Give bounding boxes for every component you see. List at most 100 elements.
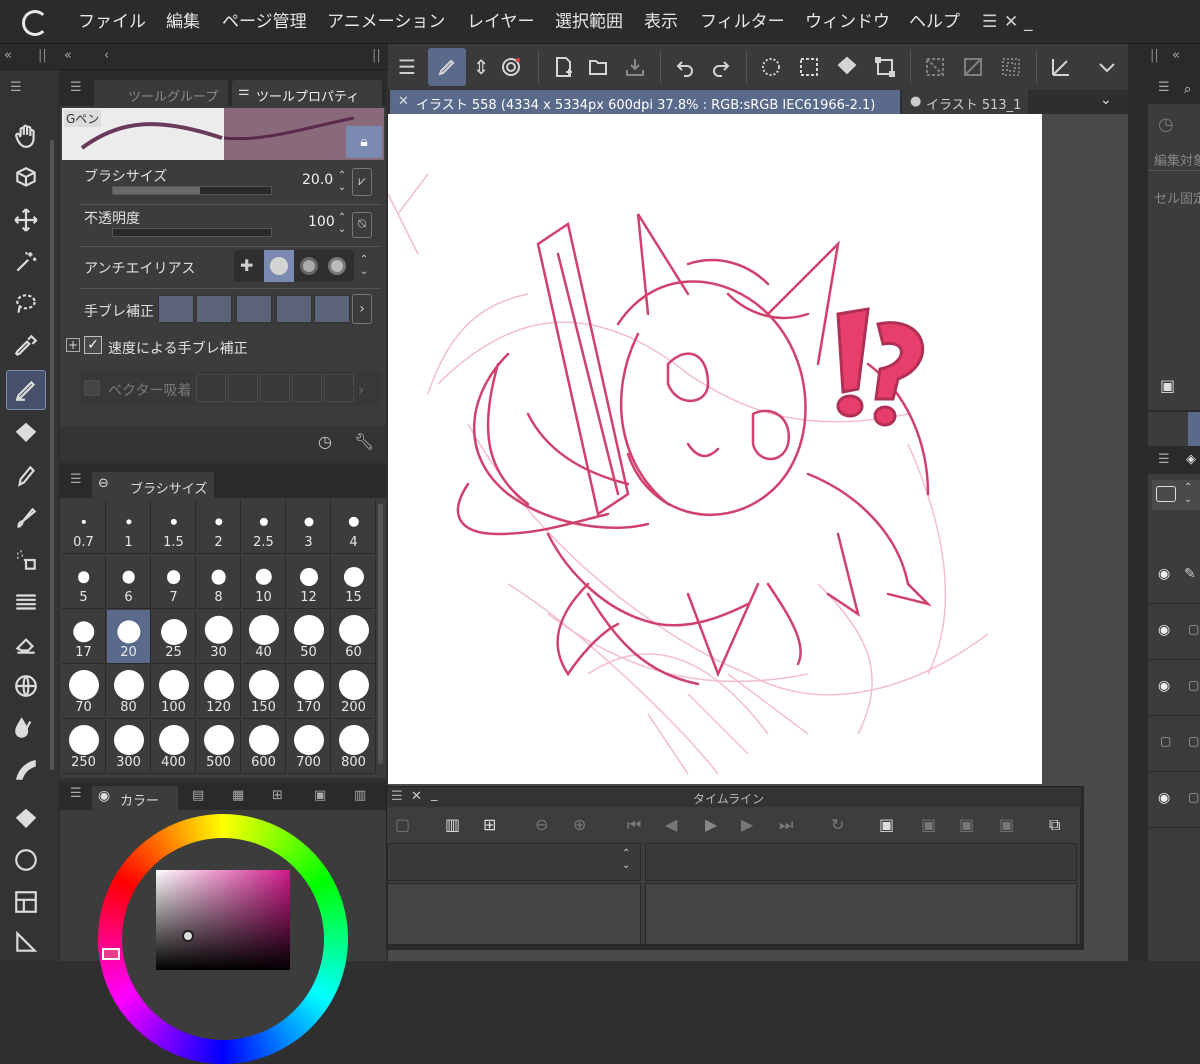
layer-toolbar-active[interactable] [1188,412,1200,448]
opacity-stepper[interactable]: ⌃ ⌄ [336,212,348,238]
blend-tool-icon[interactable] [6,666,46,706]
scrollbar[interactable] [50,140,54,770]
brush-size-preset[interactable]: 2.5 [242,500,286,554]
eye-icon[interactable]: ◉ [1158,622,1170,638]
checkbox-icon[interactable]: ▢ [1188,622,1199,636]
zoom-in-icon[interactable]: ⊕ [573,815,586,834]
brush-size-preset[interactable]: 500 [197,720,241,774]
select-all-icon[interactable] [792,50,826,84]
chevron-updown-icon[interactable]: ⌃ ⌄ [622,848,630,872]
collapse-left-icon[interactable]: « [4,48,12,63]
brush-size-preset[interactable]: 170 [287,665,331,719]
timeline-frame-grid[interactable] [645,883,1077,945]
eye-icon[interactable]: ◉ [1158,678,1170,694]
brush-size-preset[interactable]: 60 [332,610,376,664]
brush-size-preset[interactable]: 250 [62,720,106,774]
edit-pen-icon[interactable] [428,48,466,86]
chevron-down-icon[interactable]: ⌄ [1100,92,1112,108]
stabilization-step-3[interactable] [236,295,272,323]
brush-size-value[interactable]: 20.0 [302,172,333,188]
redo-icon[interactable] [704,50,738,84]
checkbox-icon[interactable]: ▢ [1160,734,1171,748]
timer-icon[interactable]: ◷ [318,432,332,451]
fill-tool-icon[interactable] [6,414,46,454]
timeline-settings-icon[interactable]: ⧉ [1049,815,1060,835]
lock-icon[interactable]: 🔒︎ [346,126,382,158]
stabilization-step-5[interactable] [314,295,350,323]
chevron-left-icon[interactable]: ‹ [104,48,109,63]
brush-size-slider[interactable] [112,186,272,195]
brush-tool-icon[interactable] [6,498,46,538]
airbrush-tool-icon[interactable] [6,540,46,580]
brush-size-preset[interactable]: 50 [287,610,331,664]
eye-icon[interactable]: ◉ [1158,790,1170,806]
vector-snap-step-1[interactable] [196,374,226,402]
pen-tool-icon[interactable] [6,370,46,410]
antialias-none-icon[interactable]: ✚ [240,256,253,275]
chevron-right-icon[interactable]: › [352,294,372,324]
frame-tool-icon[interactable] [6,882,46,922]
stabilization-step-4[interactable] [276,295,312,323]
minimize-icon[interactable]: _ [1024,12,1033,32]
zoom-out-icon[interactable]: ⊖ [535,815,548,834]
animation-cel-icon[interactable] [494,50,528,84]
pencil-tool-icon[interactable] [6,456,46,496]
brush-size-preset[interactable]: 70 [62,665,106,719]
blur-tool-icon[interactable] [6,708,46,748]
hand-tool-icon[interactable] [6,116,46,156]
color-slider-tab-icon[interactable]: ▤ [192,788,204,803]
hamburger-icon[interactable]: ☰ [982,12,997,32]
hue-handle[interactable] [102,948,120,960]
menu-animation[interactable]: アニメーション [327,0,445,44]
chevron-down-icon[interactable] [1090,50,1124,84]
brush-size-preset[interactable]: 15 [332,555,376,609]
stabilization-step-1[interactable] [158,295,194,323]
antialias-strong-icon[interactable] [328,257,346,275]
decoration-tool-icon[interactable] [6,582,46,622]
stabilization-step-2[interactable] [196,295,232,323]
brush-size-preset[interactable]: 300 [107,720,151,774]
antialias-weak-option[interactable] [264,250,294,282]
save-icon[interactable] [618,50,652,84]
tab-canvas-inactive[interactable]: ● イラスト 513_1 [902,90,1028,114]
menu-window[interactable]: ウィンドウ [805,0,890,44]
hamburger-icon[interactable]: ☰ [391,789,403,804]
prev-frame-icon[interactable]: ◀ [665,815,677,834]
checkbox-icon[interactable]: ▢ [1188,678,1199,692]
brush-size-preset[interactable]: 120 [197,665,241,719]
tab-brush-size[interactable]: ⊖ ブラシサイズ [92,472,214,498]
menu-file[interactable]: ファイル [78,0,146,44]
move-tool-icon[interactable] [6,200,46,240]
color-picker-handle[interactable] [182,930,194,942]
opacity-settings-icon[interactable]: ⍉ [352,212,372,238]
eraser-tool-icon[interactable] [6,624,46,664]
hamburger-icon[interactable]: ☰ [1158,80,1170,95]
vector-snap-step-4[interactable] [292,374,322,402]
checkbox-icon[interactable]: ▢ [1188,790,1199,804]
frame-range-icon[interactable]: ▥ [445,815,460,834]
layer-row[interactable]: ◉ ▢ [1148,604,1200,660]
menu-selection[interactable]: 選択範囲 [555,0,623,44]
wrench-icon[interactable]: 🔧︎ [354,432,374,451]
vector-snap-step-5[interactable] [324,374,354,402]
brush-size-preset[interactable]: 2 [197,500,241,554]
transform-icon[interactable] [868,50,902,84]
open-folder-icon[interactable] [582,50,616,84]
layer-row[interactable]: ▢ ▢ [1148,716,1200,772]
collapse-left-icon[interactable]: « [1172,48,1180,63]
hamburger-icon[interactable]: ☰ [70,80,82,95]
close-icon[interactable]: ✕ [411,789,422,804]
brush-size-preset[interactable]: 4 [332,500,376,554]
undo-icon[interactable] [668,50,702,84]
menu-view[interactable]: 表示 [644,0,678,44]
brush-size-preset[interactable]: 100 [152,665,196,719]
hamburger-icon[interactable]: ☰ [1158,452,1170,467]
brush-size-preset[interactable]: 7 [152,555,196,609]
hamburger-icon[interactable]: ☰ [390,50,424,84]
saturation-value-square[interactable] [156,870,290,970]
first-frame-icon[interactable]: ⏮ [627,815,641,835]
circle-tool-icon[interactable] [6,840,46,880]
antialias-stepper[interactable]: ⌃ ⌄ [358,254,370,280]
brush-size-preset[interactable]: 150 [242,665,286,719]
close-icon[interactable]: ✕ [1004,12,1018,32]
